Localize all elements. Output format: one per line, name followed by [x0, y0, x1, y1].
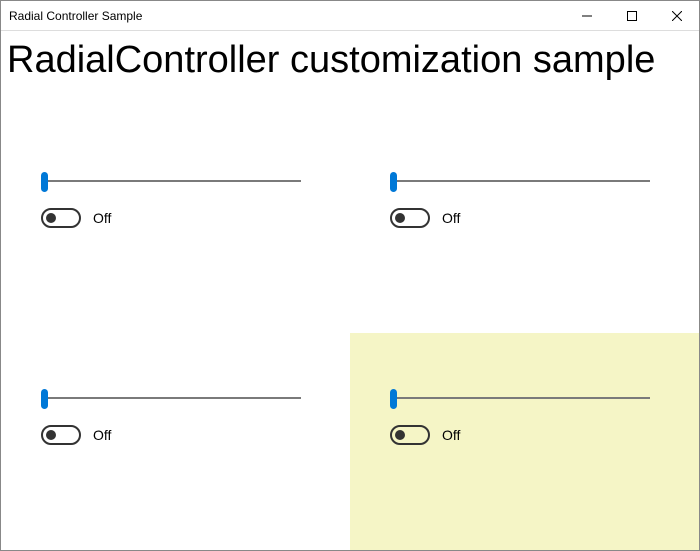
- window-title: Radial Controller Sample: [9, 9, 142, 23]
- slider-thumb[interactable]: [41, 389, 48, 409]
- slider-track: [390, 397, 650, 399]
- slider-2[interactable]: [390, 172, 650, 190]
- slider-3[interactable]: [41, 389, 301, 407]
- maximize-icon: [627, 11, 637, 21]
- toggle-2-label: Off: [442, 210, 460, 226]
- toggle-knob: [46, 430, 56, 440]
- slider-thumb[interactable]: [390, 389, 397, 409]
- quadrant-top-right: Off: [350, 116, 699, 333]
- quadrant-bottom-right: Off: [350, 333, 699, 550]
- close-button[interactable]: [654, 1, 699, 30]
- slider-track: [390, 180, 650, 182]
- slider-track: [41, 397, 301, 399]
- slider-thumb[interactable]: [41, 172, 48, 192]
- toggle-2[interactable]: [390, 208, 430, 228]
- close-icon: [672, 11, 682, 21]
- toggle-3[interactable]: [41, 425, 81, 445]
- page-title: RadialController customization sample: [1, 31, 699, 90]
- quadrant-bottom-left: Off: [1, 333, 350, 550]
- toggle-1-label: Off: [93, 210, 111, 226]
- content-area: RadialController customization sample Of…: [1, 31, 699, 550]
- window-controls: [564, 1, 699, 30]
- toggle-4-label: Off: [442, 427, 460, 443]
- slider-4[interactable]: [390, 389, 650, 407]
- maximize-button[interactable]: [609, 1, 654, 30]
- toggle-knob: [46, 213, 56, 223]
- titlebar: Radial Controller Sample: [1, 1, 699, 31]
- slider-track: [41, 180, 301, 182]
- quadrant-grid: Off Off: [1, 116, 699, 550]
- toggle-1[interactable]: [41, 208, 81, 228]
- toggle-4[interactable]: [390, 425, 430, 445]
- slider-1[interactable]: [41, 172, 301, 190]
- toggle-knob: [395, 213, 405, 223]
- toggle-3-label: Off: [93, 427, 111, 443]
- quadrant-top-left: Off: [1, 116, 350, 333]
- toggle-knob: [395, 430, 405, 440]
- minimize-icon: [582, 11, 592, 21]
- minimize-button[interactable]: [564, 1, 609, 30]
- slider-thumb[interactable]: [390, 172, 397, 192]
